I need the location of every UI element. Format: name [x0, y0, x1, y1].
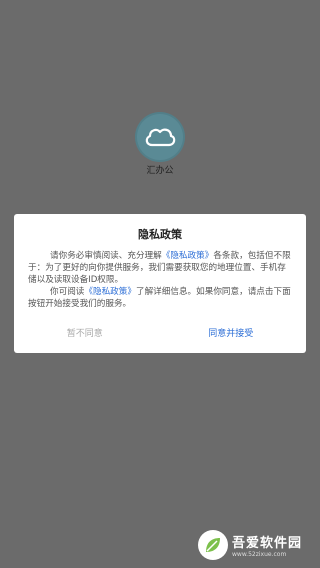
decline-button[interactable]: 暂不同意 [67, 326, 103, 339]
policy-paragraph-2: 你可阅读《隐私政策》了解详细信息。如果你同意，请点击下面按钮开始接受我们的服务。 [28, 286, 292, 310]
watermark-name: 吾爱软件园 [232, 536, 303, 551]
cloud-icon [145, 128, 176, 147]
watermark-logo [198, 530, 228, 560]
policy-paragraph-1: 请你务必审慎阅读、充分理解《隐私政策》各条款，包括但不限于：为了更好的向你提供服… [28, 250, 292, 286]
accept-button[interactable]: 同意并接受 [208, 326, 253, 339]
leaf-icon [206, 538, 220, 552]
watermark-url: www.52zixue.com [232, 551, 287, 558]
app-name: 汇办公 [146, 166, 174, 176]
dialog-title: 隐私政策 [138, 228, 182, 241]
watermark: 吾爱软件园 www.52zixue.com [198, 528, 316, 562]
paragraph-2-text-before: 你可阅读 [50, 287, 85, 297]
app-icon[interactable] [135, 112, 185, 162]
paragraph-1-text-before: 请你务必审慎阅读、充分理解 [50, 251, 162, 261]
dialog-actions: 暂不同意 同意并接受 [14, 326, 306, 339]
privacy-policy-link-2[interactable]: 《隐私政策》 [84, 287, 136, 297]
privacy-dialog: 隐私政策 请你务必审慎阅读、充分理解《隐私政策》各条款，包括但不限于：为了更好的… [14, 214, 306, 353]
watermark-text: 吾爱软件园 www.52zixue.com [232, 532, 302, 558]
privacy-policy-link[interactable]: 《隐私政策》 [162, 251, 214, 261]
